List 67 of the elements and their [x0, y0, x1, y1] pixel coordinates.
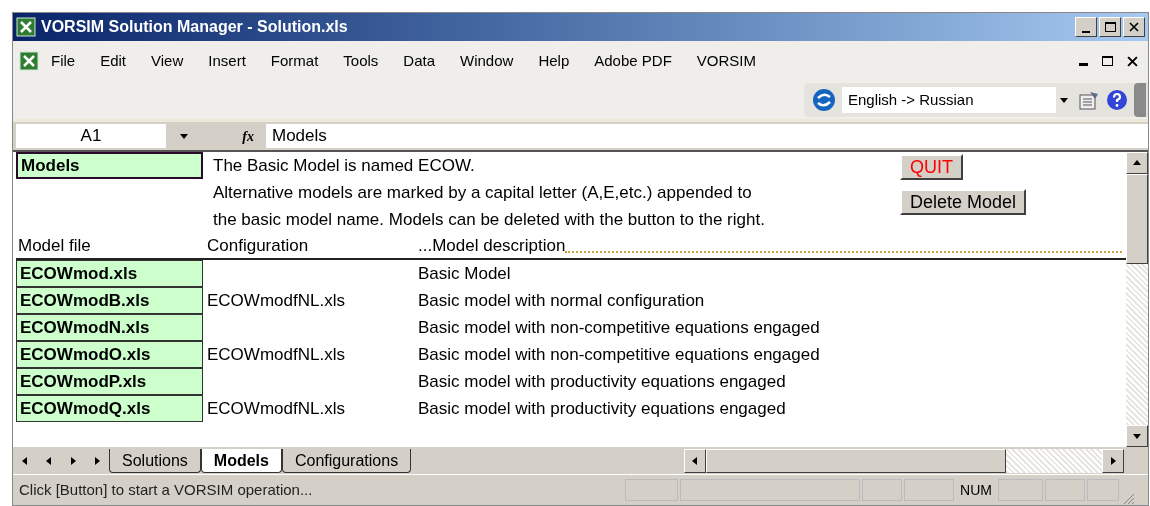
spreadsheet-icon	[16, 17, 36, 37]
sheet-tab[interactable]: Solutions	[109, 448, 201, 473]
window-title: VORSIM Solution Manager - Solution.xls	[41, 17, 349, 37]
configuration-cell: ECOWmodfNL.xls	[207, 290, 345, 310]
help-icon[interactable]	[1106, 89, 1128, 111]
name-box[interactable]: A1	[16, 124, 166, 148]
resize-grip-icon[interactable]	[1121, 491, 1135, 505]
menu-item[interactable]: Edit	[100, 49, 127, 73]
column-header: Configuration	[207, 234, 310, 257]
configuration-cell: ECOWmodfNL.xls	[207, 398, 345, 418]
menu-item[interactable]: Help	[538, 49, 570, 73]
workbook-icon	[19, 51, 39, 71]
note-text: the basic model name. Models can be deleted with the button to the right.	[213, 208, 765, 231]
sync-arrows-icon[interactable]	[812, 88, 836, 112]
menu-item[interactable]: Tools	[343, 49, 379, 73]
description-cell-text: Basic model with productivity equations engaged	[418, 397, 786, 420]
restore-icon[interactable]	[1102, 56, 1113, 66]
model-file-cell[interactable]: ECOWmodQ.xls	[16, 395, 203, 422]
menu-item[interactable]: VORSIM	[696, 49, 756, 73]
status-message: Click [Button] to start a VORSIM operation...	[19, 479, 314, 500]
num-lock-indicator: NUM	[959, 480, 993, 500]
menu-item[interactable]: Adobe PDF	[594, 49, 672, 73]
close-icon[interactable]	[1127, 55, 1138, 67]
formula-field[interactable]: Models	[266, 124, 1148, 148]
note-text: Alternative models are marked by a capital letter (A,E,etc.) appended to	[213, 181, 752, 204]
status-panel	[625, 479, 678, 501]
menu-item[interactable]: Insert	[208, 49, 246, 73]
column-header: ...Model description	[418, 234, 566, 257]
status-panel	[1045, 479, 1085, 501]
model-file-cell[interactable]: ECOWmodP.xls	[16, 368, 203, 395]
sheet-tab[interactable]: Configurations	[281, 448, 412, 473]
status-panel	[862, 479, 902, 501]
model-file-cell[interactable]: ECOWmodO.xls	[16, 341, 203, 368]
close-button[interactable]	[1123, 17, 1145, 37]
menu-item[interactable]: View	[151, 49, 184, 73]
menu-item[interactable]: Data	[403, 49, 436, 73]
scrollbar-thumb[interactable]	[706, 448, 1006, 473]
minimize-icon[interactable]	[1079, 62, 1088, 66]
sheet-title-cell[interactable]: Models	[16, 152, 203, 179]
model-file-cell[interactable]: ECOWmod.xls	[16, 260, 203, 287]
language-dropdown[interactable]: English -> Russian	[842, 87, 1072, 113]
configuration-cell: ECOWmodfNL.xls	[207, 344, 345, 364]
vertical-scrollbar[interactable]	[1126, 152, 1148, 447]
model-file-cell[interactable]: ECOWmodN.xls	[16, 314, 203, 341]
menu-item[interactable]: Format	[270, 49, 319, 73]
close-icon	[1129, 22, 1139, 32]
menu-item[interactable]: File	[51, 49, 76, 73]
status-panel	[998, 479, 1043, 501]
column-header: Model file	[17, 234, 92, 257]
model-file-cell[interactable]: ECOWmodB.xls	[16, 287, 203, 314]
settings-icon[interactable]	[1078, 89, 1100, 111]
maximize-button[interactable]	[1099, 17, 1121, 37]
horizontal-scrollbar[interactable]	[684, 448, 1124, 473]
description-cell-text: Basic Model	[418, 262, 511, 285]
status-panel	[904, 479, 954, 501]
description-cell-text: Basic model with normal configuration	[418, 289, 705, 312]
scrollbar-thumb[interactable]	[1126, 174, 1148, 264]
note-text: The Basic Model is named ECOW.	[213, 154, 475, 177]
menu-item[interactable]: Window	[460, 49, 514, 73]
sheet-tab[interactable]: Models	[200, 448, 282, 473]
description-cell-text: Basic model with non-competitive equations engaged	[418, 343, 820, 366]
description-cell-text: Basic model with non-competitive equations engaged	[418, 316, 820, 339]
minimize-button[interactable]	[1075, 17, 1097, 37]
function-icon[interactable]: fx	[242, 125, 254, 147]
delete-model-button[interactable]: Delete Model	[900, 189, 1027, 215]
status-panel	[1087, 479, 1119, 501]
description-cell-text: Basic model with productivity equations engaged	[418, 370, 786, 393]
